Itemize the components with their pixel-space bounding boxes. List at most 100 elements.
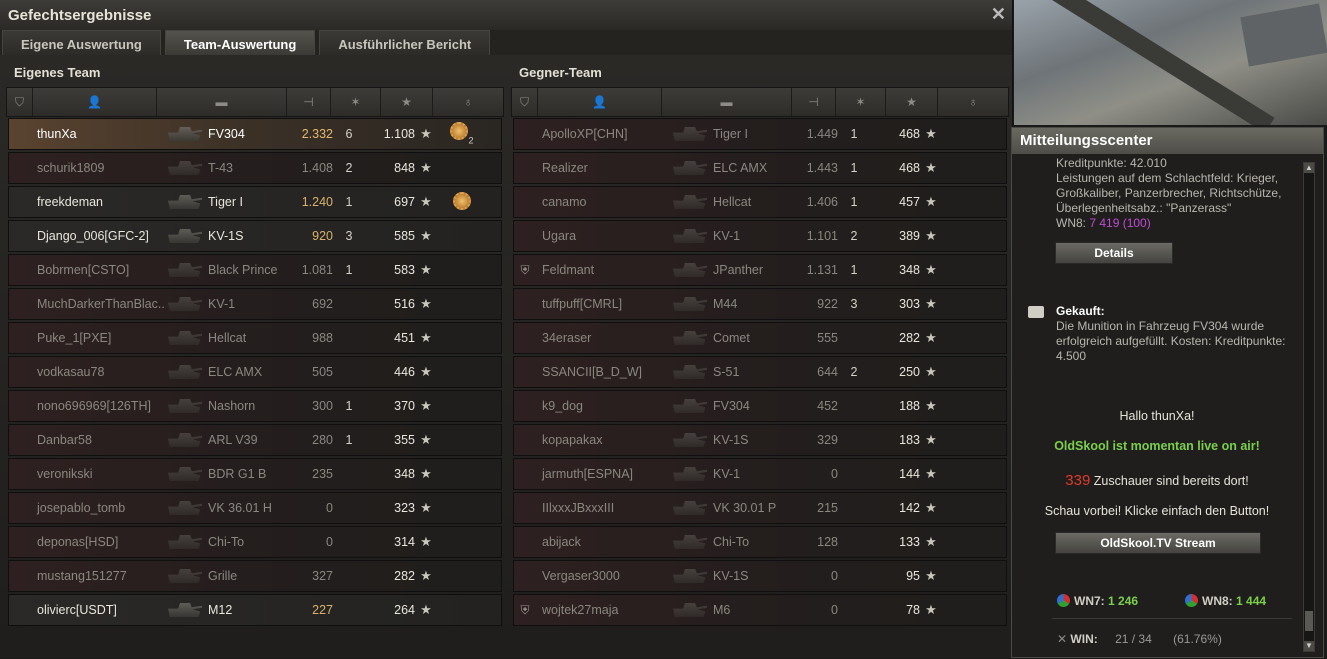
player-row[interactable]: ApolloXP[CHN] Tiger I 1.449 1 468 ★ [513,118,1007,150]
close-icon[interactable]: ✕ [991,4,1006,25]
kills-column-icon[interactable]: ✶ [836,88,886,116]
player-row[interactable]: josepablo_tomb VK 36.01 H 0 323 ★ [8,492,502,524]
damage-column-icon[interactable]: ⊣ [792,88,836,116]
kills-column-icon[interactable]: ✶ [331,88,381,116]
player-row[interactable]: Django_006[GFC-2] KV-1S 920 3 585 ★ [8,220,502,252]
player-row[interactable]: canamo Hellcat 1.406 1 457 ★ [513,186,1007,218]
player-name[interactable]: vodkasau78 [31,365,166,379]
player-name[interactable]: schurik1809 [31,161,166,175]
player-name[interactable]: Feldmant [536,263,671,277]
player-row[interactable]: Realizer ELC AMX 1.443 1 468 ★ [513,152,1007,184]
damage-value: 644 [817,365,838,379]
star-icon: ★ [420,330,432,345]
tank-column-icon[interactable]: ▬ [157,88,287,116]
player-row[interactable]: schurik1809 T-43 1.408 2 848 ★ [8,152,502,184]
player-row[interactable]: mustang151277 Grille 327 282 ★ [8,560,502,592]
player-name[interactable]: canamo [536,195,671,209]
player-name[interactable]: abijack [536,535,671,549]
notification-scrollbar[interactable]: ▲ ▼ [1303,162,1315,652]
tank-icon [166,597,204,623]
player-name[interactable]: Danbar58 [31,433,166,447]
tank-column-icon[interactable]: ▬ [662,88,792,116]
player-name[interactable]: kopapakax [536,433,671,447]
damage-value: 555 [817,331,838,345]
squad-column-icon[interactable]: ⛉ [7,88,33,116]
player-name[interactable]: deponas[HSD] [31,535,166,549]
player-row[interactable]: jarmuth[ESPNA] KV-1 0 144 ★ [513,458,1007,490]
player-name[interactable]: Django_006[GFC-2] [31,229,166,243]
player-name[interactable]: nono696969[126TH] [31,399,166,413]
player-name[interactable]: IIlxxxJBxxxIII [536,501,671,515]
xp-column-icon[interactable]: ★ [886,88,938,116]
player-row[interactable]: ⛨ Feldmant JPanther 1.131 1 348 ★ [513,254,1007,286]
player-name[interactable]: wojtek27maja [536,603,671,617]
player-row[interactable]: SSANCII[B_D_W] S-51 644 2 250 ★ [513,356,1007,388]
kills-value: 1 [850,263,858,277]
squad-column-icon[interactable]: ⛉ [512,88,538,116]
player-name[interactable]: jarmuth[ESPNA] [536,467,671,481]
player-column-icon[interactable]: 👤 [33,88,157,116]
player-row[interactable]: nono696969[126TH] Nashorn 300 1 370 ★ [8,390,502,422]
player-row[interactable]: Ugara KV-1 1.101 2 389 ★ [513,220,1007,252]
player-name[interactable]: Vergaser3000 [536,569,671,583]
vehicle-name: Nashorn [208,399,256,413]
stream-button[interactable]: OldSkool.TV Stream [1055,532,1261,554]
player-name[interactable]: SSANCII[B_D_W] [536,365,671,379]
player-name[interactable]: Bobrmen[CSTO] [31,263,166,277]
player-row[interactable]: vodkasau78 ELC AMX 505 446 ★ [8,356,502,388]
tab-own-results[interactable]: Eigene Auswertung [2,30,161,55]
damage-column-icon[interactable]: ⊣ [287,88,331,116]
player-row[interactable]: deponas[HSD] Chi-To 0 314 ★ [8,526,502,558]
medal-column-icon[interactable]: ♁ [433,88,503,116]
player-name[interactable]: Realizer [536,161,671,175]
player-row[interactable]: ⛨ wojtek27maja M6 0 78 ★ [513,594,1007,626]
player-row[interactable]: kopapakax KV-1S 329 183 ★ [513,424,1007,456]
player-row[interactable]: olivierc[USDT] M12 227 264 ★ [8,594,502,626]
player-name[interactable]: 34eraser [536,331,671,345]
player-name[interactable]: MuchDarkerThanBlac.. [31,297,166,311]
player-row[interactable]: 34eraser Comet 555 282 ★ [513,322,1007,354]
player-name[interactable]: josepablo_tomb [31,501,166,515]
player-column-icon[interactable]: 👤 [538,88,662,116]
player-row[interactable]: tuffpuff[CMRL] M44 922 3 303 ★ [513,288,1007,320]
vehicle-name: ARL V39 [208,433,258,447]
player-name[interactable]: olivierc[USDT] [31,603,166,617]
player-name[interactable]: thunXa [31,127,166,141]
player-name[interactable]: ApolloXP[CHN] [536,127,671,141]
player-row[interactable]: IIlxxxJBxxxIII VK 30.01 P 215 142 ★ [513,492,1007,524]
xp-value: 468 [899,161,920,175]
xp-column-icon[interactable]: ★ [381,88,433,116]
tab-detailed-report[interactable]: Ausführlicher Bericht [319,30,491,55]
star-icon: ★ [925,432,937,447]
player-row[interactable]: Vergaser3000 KV-1S 0 95 ★ [513,560,1007,592]
player-row[interactable]: veronikski BDR G1 B 235 348 ★ [8,458,502,490]
player-row[interactable]: Puke_1[PXE] Hellcat 988 451 ★ [8,322,502,354]
player-name[interactable]: veronikski [31,467,166,481]
player-row[interactable]: abijack Chi-To 128 133 ★ [513,526,1007,558]
player-name[interactable]: freekdeman [31,195,166,209]
kills-value: 1 [345,195,353,209]
kills-value: 1 [850,127,858,141]
player-row[interactable]: Danbar58 ARL V39 280 1 355 ★ [8,424,502,456]
tank-icon [671,257,709,283]
xp-value: 348 [899,263,920,277]
star-icon: ★ [925,602,937,617]
star-icon: ★ [925,262,937,277]
player-row[interactable]: Bobrmen[CSTO] Black Prince 1.081 1 583 ★ [8,254,502,286]
player-name[interactable]: tuffpuff[CMRL] [536,297,671,311]
player-name[interactable]: Puke_1[PXE] [31,331,166,345]
player-name[interactable]: Ugara [536,229,671,243]
player-row[interactable]: MuchDarkerThanBlac.. KV-1 692 516 ★ [8,288,502,320]
message-battle-text: Kreditpunkte: 42.010 Leistungen auf dem … [1056,156,1296,231]
enemy-team-title: Gegner-Team [519,65,602,80]
tab-team-results[interactable]: Team-Auswertung [164,30,316,55]
player-name[interactable]: mustang151277 [31,569,166,583]
xp-value: 355 [394,433,415,447]
player-row[interactable]: k9_dog FV304 452 188 ★ [513,390,1007,422]
medal-column-icon[interactable]: ♁ [938,88,1008,116]
player-row[interactable]: thunXa FV304 2.332 6 1.108 ★ 2 [8,118,502,150]
player-name[interactable]: k9_dog [536,399,671,413]
details-button[interactable]: Details [1055,242,1173,264]
player-row[interactable]: freekdeman Tiger I 1.240 1 697 ★ [8,186,502,218]
tank-icon [166,529,204,555]
